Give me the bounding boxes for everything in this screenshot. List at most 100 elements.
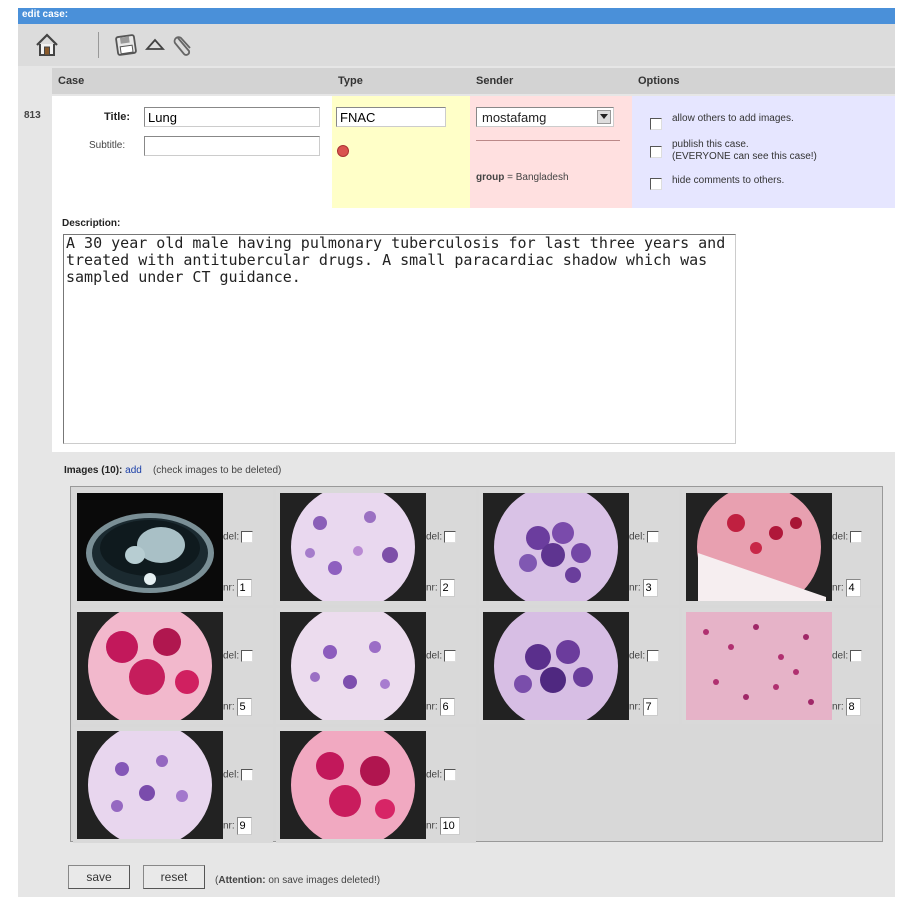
header-sender: Sender <box>470 68 632 94</box>
header-type: Type <box>332 68 470 94</box>
group-info: group = Bangladesh <box>476 172 569 183</box>
image-number-input[interactable] <box>643 579 659 597</box>
image-delete-checkbox[interactable] <box>647 531 660 543</box>
image-delete: del: <box>832 531 863 543</box>
publish-note: (EVERYONE can see this case!) <box>672 151 817 162</box>
header-options: Options <box>632 68 895 94</box>
image-delete: del: <box>629 650 660 662</box>
image-thumbnail[interactable] <box>686 612 832 720</box>
image-delete: del: <box>223 769 254 781</box>
image-thumbnail[interactable] <box>280 731 426 839</box>
image-number-input[interactable] <box>440 817 461 835</box>
image-number: nr: <box>426 579 456 597</box>
image-number: nr: <box>629 579 659 597</box>
attach-icon[interactable] <box>169 30 199 60</box>
title-label: Title: <box>104 111 131 123</box>
image-number-input[interactable] <box>237 698 253 716</box>
images-header: Images (10): add (check images to be del… <box>64 465 281 476</box>
subtitle-input[interactable] <box>144 136 320 156</box>
allow-others-checkbox[interactable] <box>650 118 662 130</box>
image-delete-checkbox[interactable] <box>850 531 863 543</box>
hide-comments-label: hide comments to others. <box>672 175 785 186</box>
description-label: Description: <box>62 218 121 229</box>
image-number-input[interactable] <box>440 698 456 716</box>
image-delete-checkbox[interactable] <box>850 650 863 662</box>
image-tile: del: nr: <box>73 727 273 843</box>
reset-button[interactable]: reset <box>143 865 205 889</box>
image-delete-checkbox[interactable] <box>241 531 254 543</box>
image-tile: del: nr: <box>682 608 882 724</box>
images-hint: (check images to be deleted) <box>152 465 282 476</box>
attention-text: on save images deleted!) <box>268 875 381 886</box>
image-tile: del: nr: <box>276 608 476 724</box>
image-delete-checkbox[interactable] <box>241 769 254 781</box>
save-button[interactable]: save <box>68 865 130 889</box>
toolbar-separator <box>98 32 99 58</box>
title-input[interactable] <box>144 107 320 127</box>
image-tile: del: nr: <box>479 608 679 724</box>
image-number: nr: <box>832 579 862 597</box>
image-tile: del: nr: <box>73 608 273 724</box>
type-cell <box>332 96 470 208</box>
image-delete-checkbox[interactable] <box>444 769 457 781</box>
image-thumbnail[interactable] <box>280 493 426 601</box>
case-cell: Title: Subtitle: <box>52 96 332 208</box>
sender-select[interactable]: mostafamg <box>476 107 614 127</box>
image-thumbnail[interactable] <box>280 612 426 720</box>
image-tile: del: nr: <box>276 727 476 843</box>
group-label: group <box>476 172 505 183</box>
window-titlebar: edit case: <box>18 8 895 24</box>
image-delete-checkbox[interactable] <box>444 531 457 543</box>
dropdown-arrow-icon[interactable] <box>597 110 611 124</box>
sender-divider <box>476 140 620 141</box>
description-textarea[interactable]: A 30 year old male having pulmonary tube… <box>63 234 736 444</box>
image-delete: del: <box>223 650 254 662</box>
image-number-input[interactable] <box>643 698 659 716</box>
image-tile: del: nr: <box>276 489 476 605</box>
home-icon[interactable] <box>32 30 62 60</box>
image-number: nr: <box>426 698 456 716</box>
sender-cell: mostafamg group = Bangladesh <box>470 96 632 208</box>
images-label: Images (10): <box>64 465 123 476</box>
image-number-input[interactable] <box>237 579 253 597</box>
image-delete: del: <box>832 650 863 662</box>
image-thumbnail[interactable] <box>77 731 223 839</box>
image-number-input[interactable] <box>846 698 862 716</box>
image-number: nr: <box>832 698 862 716</box>
hide-comments-checkbox[interactable] <box>650 178 662 190</box>
image-thumbnail[interactable] <box>77 612 223 720</box>
image-thumbnail[interactable] <box>483 612 629 720</box>
image-delete-checkbox[interactable] <box>241 650 254 662</box>
add-image-link[interactable]: add <box>125 465 142 476</box>
image-delete: del: <box>223 531 254 543</box>
publish-checkbox[interactable] <box>650 146 662 158</box>
status-dot-icon[interactable] <box>336 144 350 158</box>
image-number: nr: <box>223 817 253 835</box>
image-delete: del: <box>426 769 457 781</box>
image-number: nr: <box>426 817 461 835</box>
sender-select-value: mostafamg <box>482 110 547 125</box>
image-number-input[interactable] <box>237 817 253 835</box>
window-title: edit case: <box>22 9 69 20</box>
type-input[interactable] <box>336 107 446 127</box>
image-delete-checkbox[interactable] <box>647 650 660 662</box>
group-value: = Bangladesh <box>507 172 569 183</box>
image-number-input[interactable] <box>440 579 456 597</box>
image-number: nr: <box>223 698 253 716</box>
image-delete-checkbox[interactable] <box>444 650 457 662</box>
subtitle-label: Subtitle: <box>89 140 126 151</box>
upload-icon[interactable] <box>140 30 170 60</box>
image-tile: del: nr: <box>682 489 882 605</box>
image-thumbnail[interactable] <box>686 493 832 601</box>
image-delete: del: <box>426 531 457 543</box>
image-thumbnail[interactable] <box>483 493 629 601</box>
options-cell: allow others to add images. publish this… <box>632 96 895 208</box>
attention-label: Attention: <box>218 875 266 886</box>
attention-note: (Attention: on save images deleted!) <box>215 875 381 886</box>
save-icon[interactable] <box>111 30 141 60</box>
publish-label: publish this case. <box>672 139 749 150</box>
case-id: 813 <box>24 110 41 121</box>
image-number: nr: <box>629 698 659 716</box>
image-number-input[interactable] <box>846 579 862 597</box>
image-thumbnail[interactable] <box>77 493 223 601</box>
